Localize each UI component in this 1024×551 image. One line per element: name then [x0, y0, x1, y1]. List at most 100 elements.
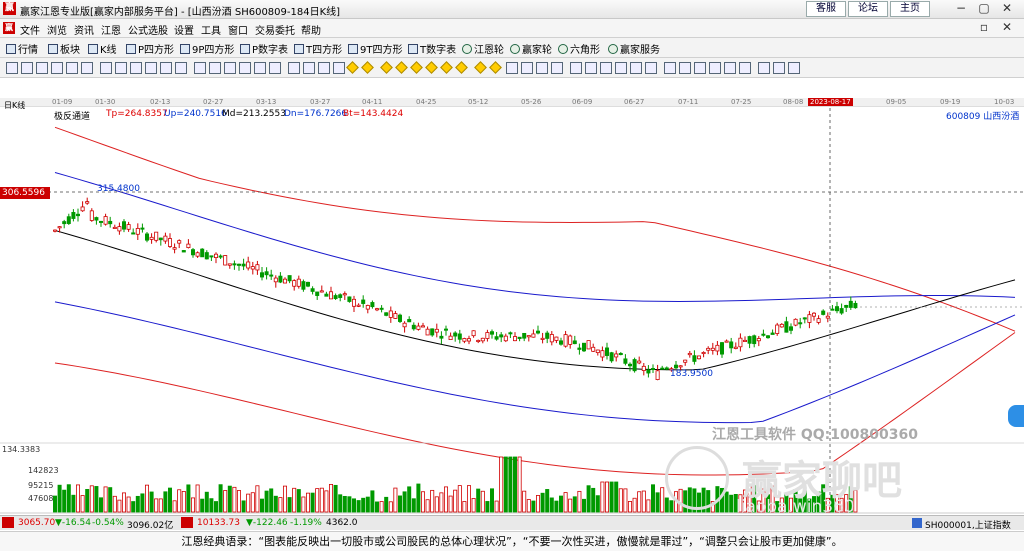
parallel-icon[interactable]: [333, 62, 345, 74]
toolbar-sectors[interactable]: 板块: [48, 41, 80, 56]
kline-icon: [88, 43, 98, 54]
candle-body: [149, 236, 154, 240]
line-icon[interactable]: [288, 62, 300, 74]
toolbar-winner-wheel[interactable]: 赢家轮: [510, 41, 552, 56]
home-button[interactable]: 主页: [890, 1, 930, 17]
toolbar-p-table[interactable]: P数字表: [240, 41, 288, 56]
mdi-close-button[interactable]: ✕: [996, 20, 1018, 36]
service-button[interactable]: 客服: [806, 1, 846, 17]
gann-fan-icon[interactable]: [361, 61, 374, 74]
fib-icon[interactable]: [600, 62, 612, 74]
arrow-down-icon[interactable]: [724, 62, 736, 74]
fib-icon[interactable]: [100, 62, 112, 74]
select-icon[interactable]: [254, 62, 266, 74]
menu-gann[interactable]: 江恩: [101, 22, 121, 37]
delete-icon[interactable]: [739, 62, 751, 74]
zoom-icon[interactable]: [773, 62, 785, 74]
ellipse-icon[interactable]: [679, 62, 691, 74]
text-icon[interactable]: [440, 61, 453, 74]
ray-icon[interactable]: [303, 62, 315, 74]
select-icon[interactable]: [758, 62, 770, 74]
mdi-restore-button[interactable]: ▫: [973, 20, 995, 36]
arrow-down-icon[interactable]: [224, 62, 236, 74]
menu-window[interactable]: 窗口: [228, 22, 248, 37]
menu-settings[interactable]: 设置: [174, 22, 194, 37]
sz-index-value[interactable]: 10133.73: [197, 518, 240, 528]
menu-formula-select[interactable]: 公式选股: [128, 22, 168, 37]
toolbar-quotes[interactable]: 行情: [6, 41, 38, 56]
toolbar-hexagon[interactable]: 六角形: [558, 41, 600, 56]
candle-body: [572, 340, 577, 345]
toolbar-p-square[interactable]: P四方形: [126, 41, 174, 56]
menu-browse[interactable]: 浏览: [47, 22, 67, 37]
text-icon[interactable]: [694, 62, 706, 74]
gann-fan-icon[interactable]: [115, 62, 127, 74]
menu-file[interactable]: 文件: [20, 22, 40, 37]
arrow-down-icon[interactable]: [474, 61, 487, 74]
candle-body: [618, 353, 623, 356]
candle-body: [365, 305, 370, 310]
parallel-icon[interactable]: [81, 62, 93, 74]
arc-icon[interactable]: [630, 62, 642, 74]
gann-fan-icon[interactable]: [615, 62, 627, 74]
top-outer-band: [54, 126, 1016, 332]
zoom-icon[interactable]: [521, 62, 533, 74]
maximize-button[interactable]: ▢: [973, 1, 995, 17]
volume-bar: [379, 501, 384, 513]
menu-help[interactable]: 帮助: [301, 22, 321, 37]
line-icon[interactable]: [536, 62, 548, 74]
cycle-icon[interactable]: [645, 62, 657, 74]
line-icon[interactable]: [788, 62, 800, 74]
cycle-icon[interactable]: [395, 61, 408, 74]
side-panel-toggle[interactable]: [1008, 405, 1024, 427]
arrow-up-icon[interactable]: [709, 62, 721, 74]
toolbar-t-square[interactable]: T四方形: [294, 41, 342, 56]
arrow-up-icon[interactable]: [455, 61, 468, 74]
toolbar-gann-wheel[interactable]: 江恩轮: [462, 41, 504, 56]
delete-icon[interactable]: [239, 62, 251, 74]
candle-body: [628, 363, 633, 367]
fib-icon[interactable]: [346, 61, 359, 74]
candle-body: [706, 347, 711, 351]
channel-icon[interactable]: [318, 62, 330, 74]
sz-index-amount: 4362.0: [326, 518, 358, 528]
ray-icon[interactable]: [551, 62, 563, 74]
toolbar-winner-service[interactable]: 赢家服务: [608, 41, 660, 56]
ray-icon[interactable]: [51, 62, 63, 74]
line-icon[interactable]: [36, 62, 48, 74]
cycle-icon[interactable]: [145, 62, 157, 74]
sh-index-value[interactable]: 3065.70: [18, 518, 55, 528]
zoom-icon[interactable]: [269, 62, 281, 74]
volume-bar: [347, 496, 352, 513]
volume-bar: [724, 491, 729, 513]
select-icon[interactable]: [506, 62, 518, 74]
arrow-up-icon[interactable]: [209, 62, 221, 74]
toolbar-9t-square[interactable]: 9T四方形: [348, 41, 402, 56]
toolbar-9p-square[interactable]: 9P四方形: [180, 41, 234, 56]
minimize-button[interactable]: −: [950, 1, 972, 17]
menu-tools[interactable]: 工具: [201, 22, 221, 37]
ellipse-icon[interactable]: [425, 61, 438, 74]
parallel-icon[interactable]: [585, 62, 597, 74]
zoom-icon[interactable]: [21, 62, 33, 74]
main-toolbar: 行情 板块 K线 P四方形 9P四方形 P数字表 T四方形 9T四方形 T数字表…: [0, 38, 1024, 58]
channel-icon[interactable]: [570, 62, 582, 74]
forum-button[interactable]: 论坛: [848, 1, 888, 17]
text-icon[interactable]: [194, 62, 206, 74]
menu-news[interactable]: 资讯: [74, 22, 94, 37]
box-icon[interactable]: [160, 62, 172, 74]
box-icon[interactable]: [410, 61, 423, 74]
menu-trade[interactable]: 交易委托: [255, 22, 295, 37]
volume-bar: [126, 496, 131, 513]
status-right[interactable]: SH000001,上证指数: [925, 518, 1011, 531]
select-icon[interactable]: [6, 62, 18, 74]
delete-icon[interactable]: [489, 61, 502, 74]
arc-icon[interactable]: [130, 62, 142, 74]
box-icon[interactable]: [664, 62, 676, 74]
toolbar-kline[interactable]: K线: [88, 41, 117, 56]
toolbar-t-table[interactable]: T数字表: [408, 41, 456, 56]
close-button[interactable]: ✕: [996, 1, 1018, 17]
ellipse-icon[interactable]: [175, 62, 187, 74]
channel-icon[interactable]: [66, 62, 78, 74]
arc-icon[interactable]: [380, 61, 393, 74]
